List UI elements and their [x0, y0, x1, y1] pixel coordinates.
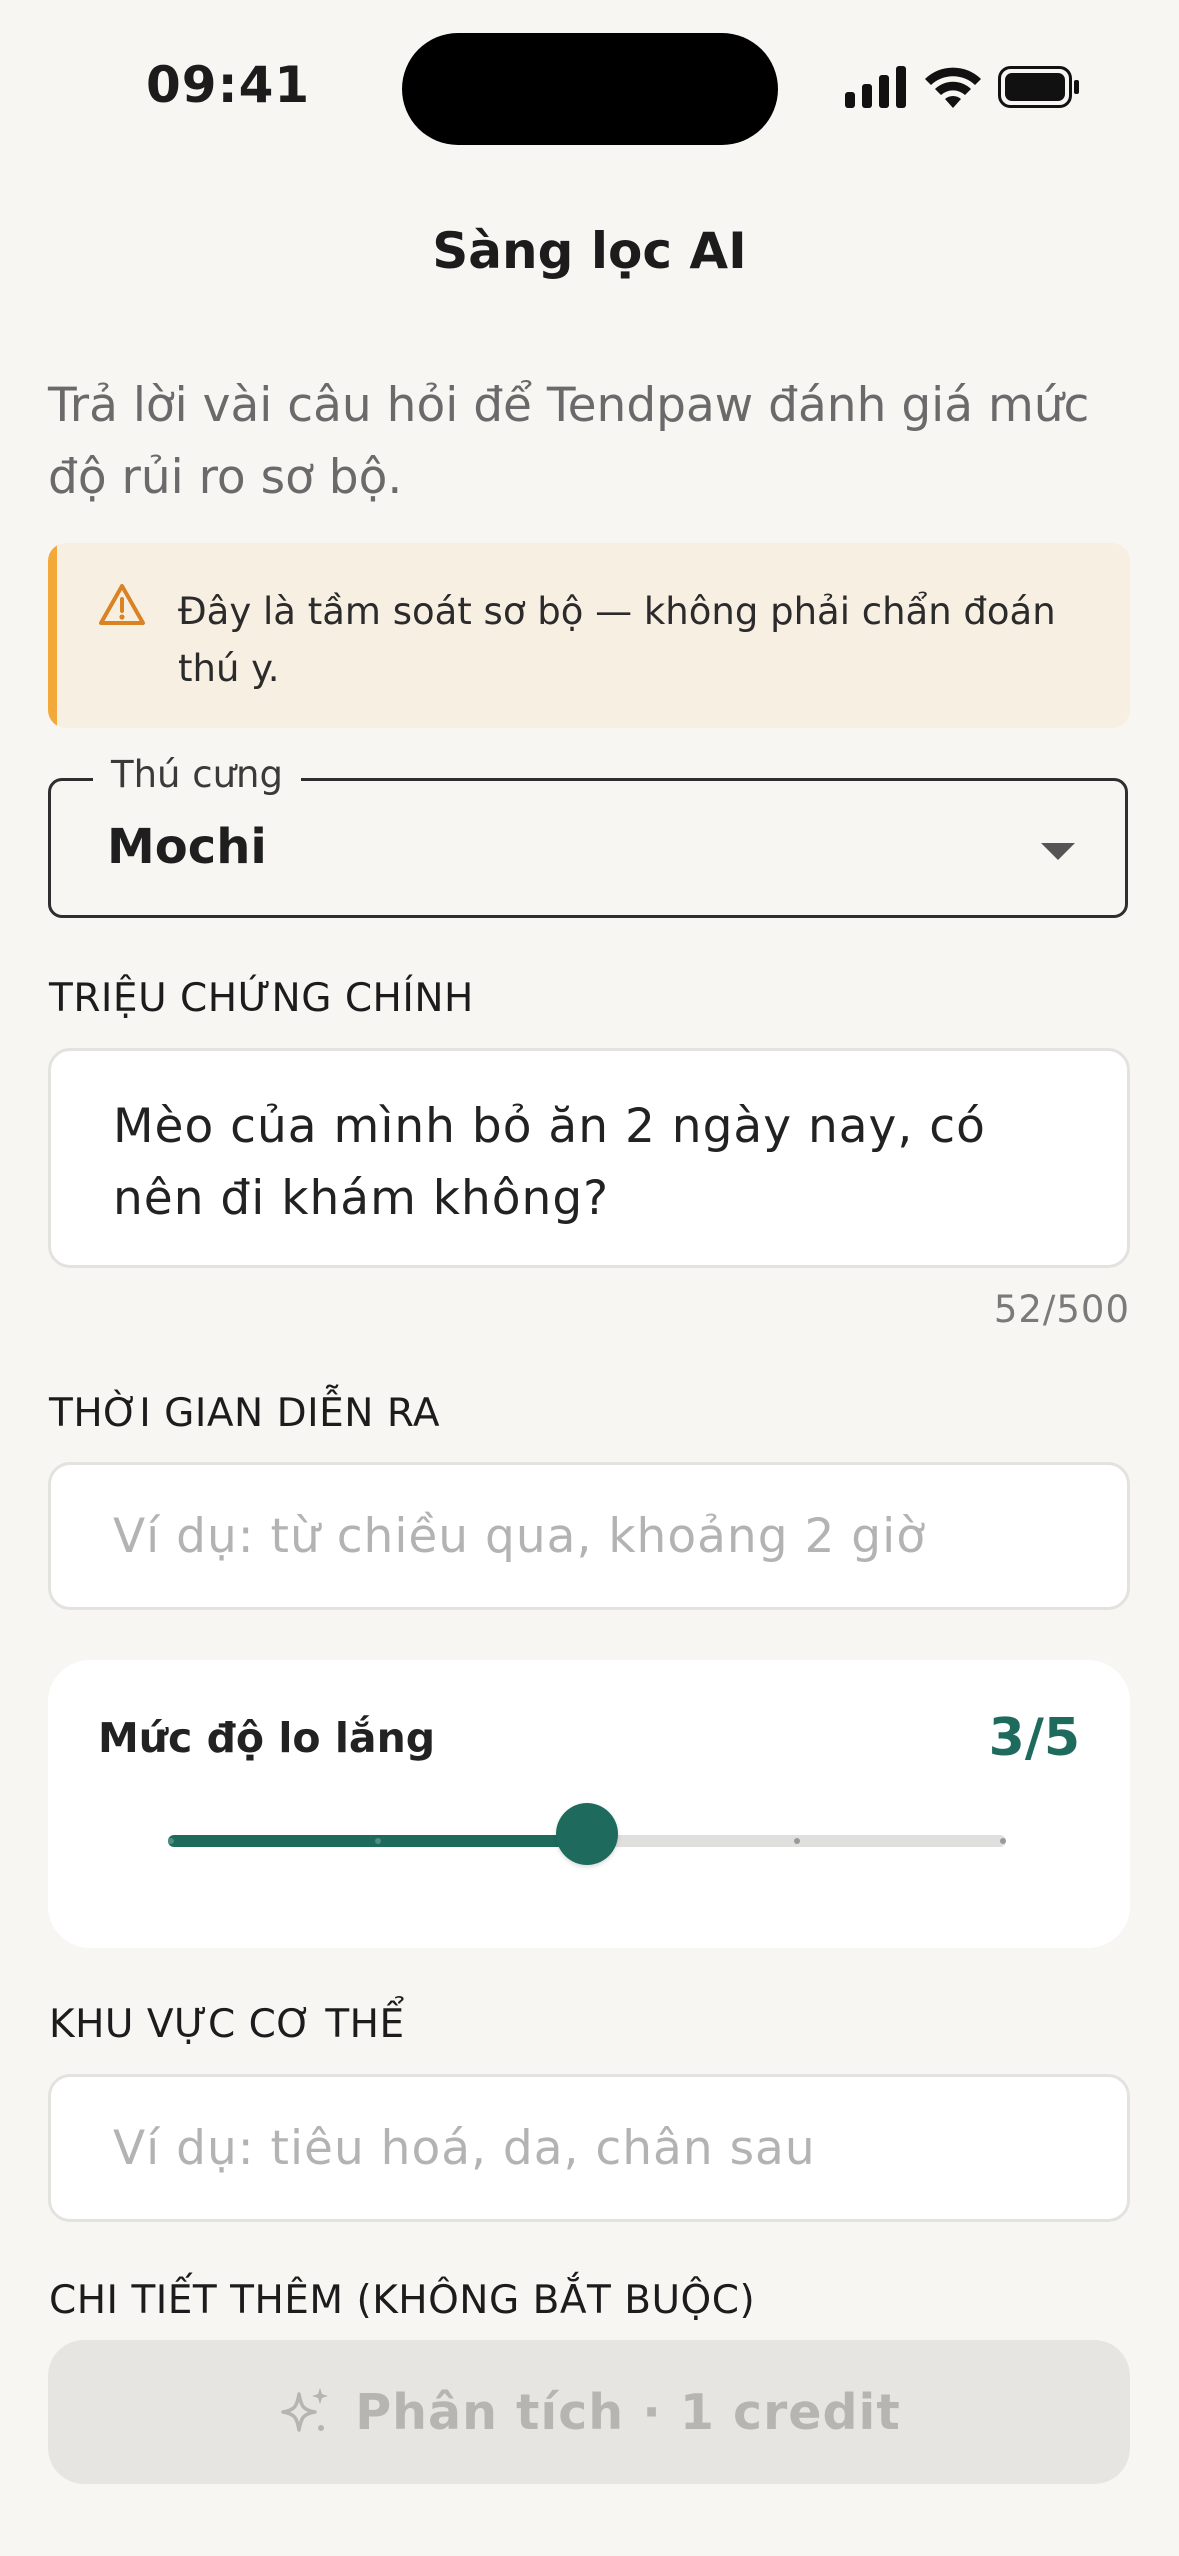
symptom-label: TRIỆU CHỨNG CHÍNH [49, 976, 474, 1021]
sparkle-icon [281, 2388, 329, 2432]
symptom-text: Mèo của mình bỏ ăn 2 ngày nay, có nên đi… [113, 1099, 986, 1226]
wifi-icon [925, 67, 981, 108]
disclaimer-banner: Đây là tầm soát sơ bộ — không phải chẩn … [48, 543, 1130, 728]
duration-label: THỜI GIAN DIỄN RA [49, 1391, 441, 1436]
worry-level-card: Mức độ lo lắng 3/5 [48, 1660, 1130, 1948]
symptom-textarea[interactable]: Mèo của mình bỏ ăn 2 ngày nay, có nên đi… [48, 1048, 1130, 1268]
body-area-placeholder: Ví dụ: tiêu hoá, da, chân sau [113, 2121, 816, 2176]
caret-down-icon [1041, 843, 1075, 860]
analyze-button-label: Phân tích · 1 credit [355, 2383, 901, 2441]
slider-tick [374, 1838, 381, 1844]
status-time: 09:41 [146, 56, 311, 114]
pet-select-value: Mochi [107, 819, 267, 875]
worry-level-value: 3/5 [988, 1708, 1080, 1768]
battery-icon [998, 66, 1079, 108]
intro-text: Trả lời vài câu hỏi để Tendpaw đánh giá … [48, 378, 1090, 505]
warning-icon [99, 584, 145, 625]
extra-details-label: CHI TIẾT THÊM (KHÔNG BẮT BUỘC) [49, 2278, 756, 2323]
worry-level-label: Mức độ lo lắng [98, 1714, 436, 1762]
disclaimer-text: Đây là tầm soát sơ bộ — không phải chẩn … [178, 590, 1056, 690]
body-area-label: KHU VỰC CƠ THỂ [49, 2002, 405, 2047]
duration-input[interactable]: Ví dụ: từ chiều qua, khoảng 2 giờ [48, 1462, 1130, 1610]
banner-accent-bar [48, 543, 57, 728]
worry-slider[interactable] [168, 1803, 1006, 1865]
slider-tick [793, 1838, 800, 1844]
cellular-signal-icon [845, 66, 906, 108]
slider-tick [1000, 1838, 1006, 1844]
slider-thumb[interactable] [556, 1803, 618, 1865]
analyze-button[interactable]: Phân tích · 1 credit [48, 2340, 1130, 2484]
body-area-input[interactable]: Ví dụ: tiêu hoá, da, chân sau [48, 2074, 1130, 2222]
duration-placeholder: Ví dụ: từ chiều qua, khoảng 2 giờ [113, 1509, 926, 1564]
char-counter: 52/500 [993, 1288, 1130, 1331]
pet-select[interactable]: Thú cưng Mochi [48, 753, 1128, 918]
page-title: Sàng lọc AI [432, 222, 747, 280]
dynamic-island [402, 33, 778, 145]
pet-select-label: Thú cưng [93, 753, 301, 796]
slider-tick [168, 1838, 174, 1844]
